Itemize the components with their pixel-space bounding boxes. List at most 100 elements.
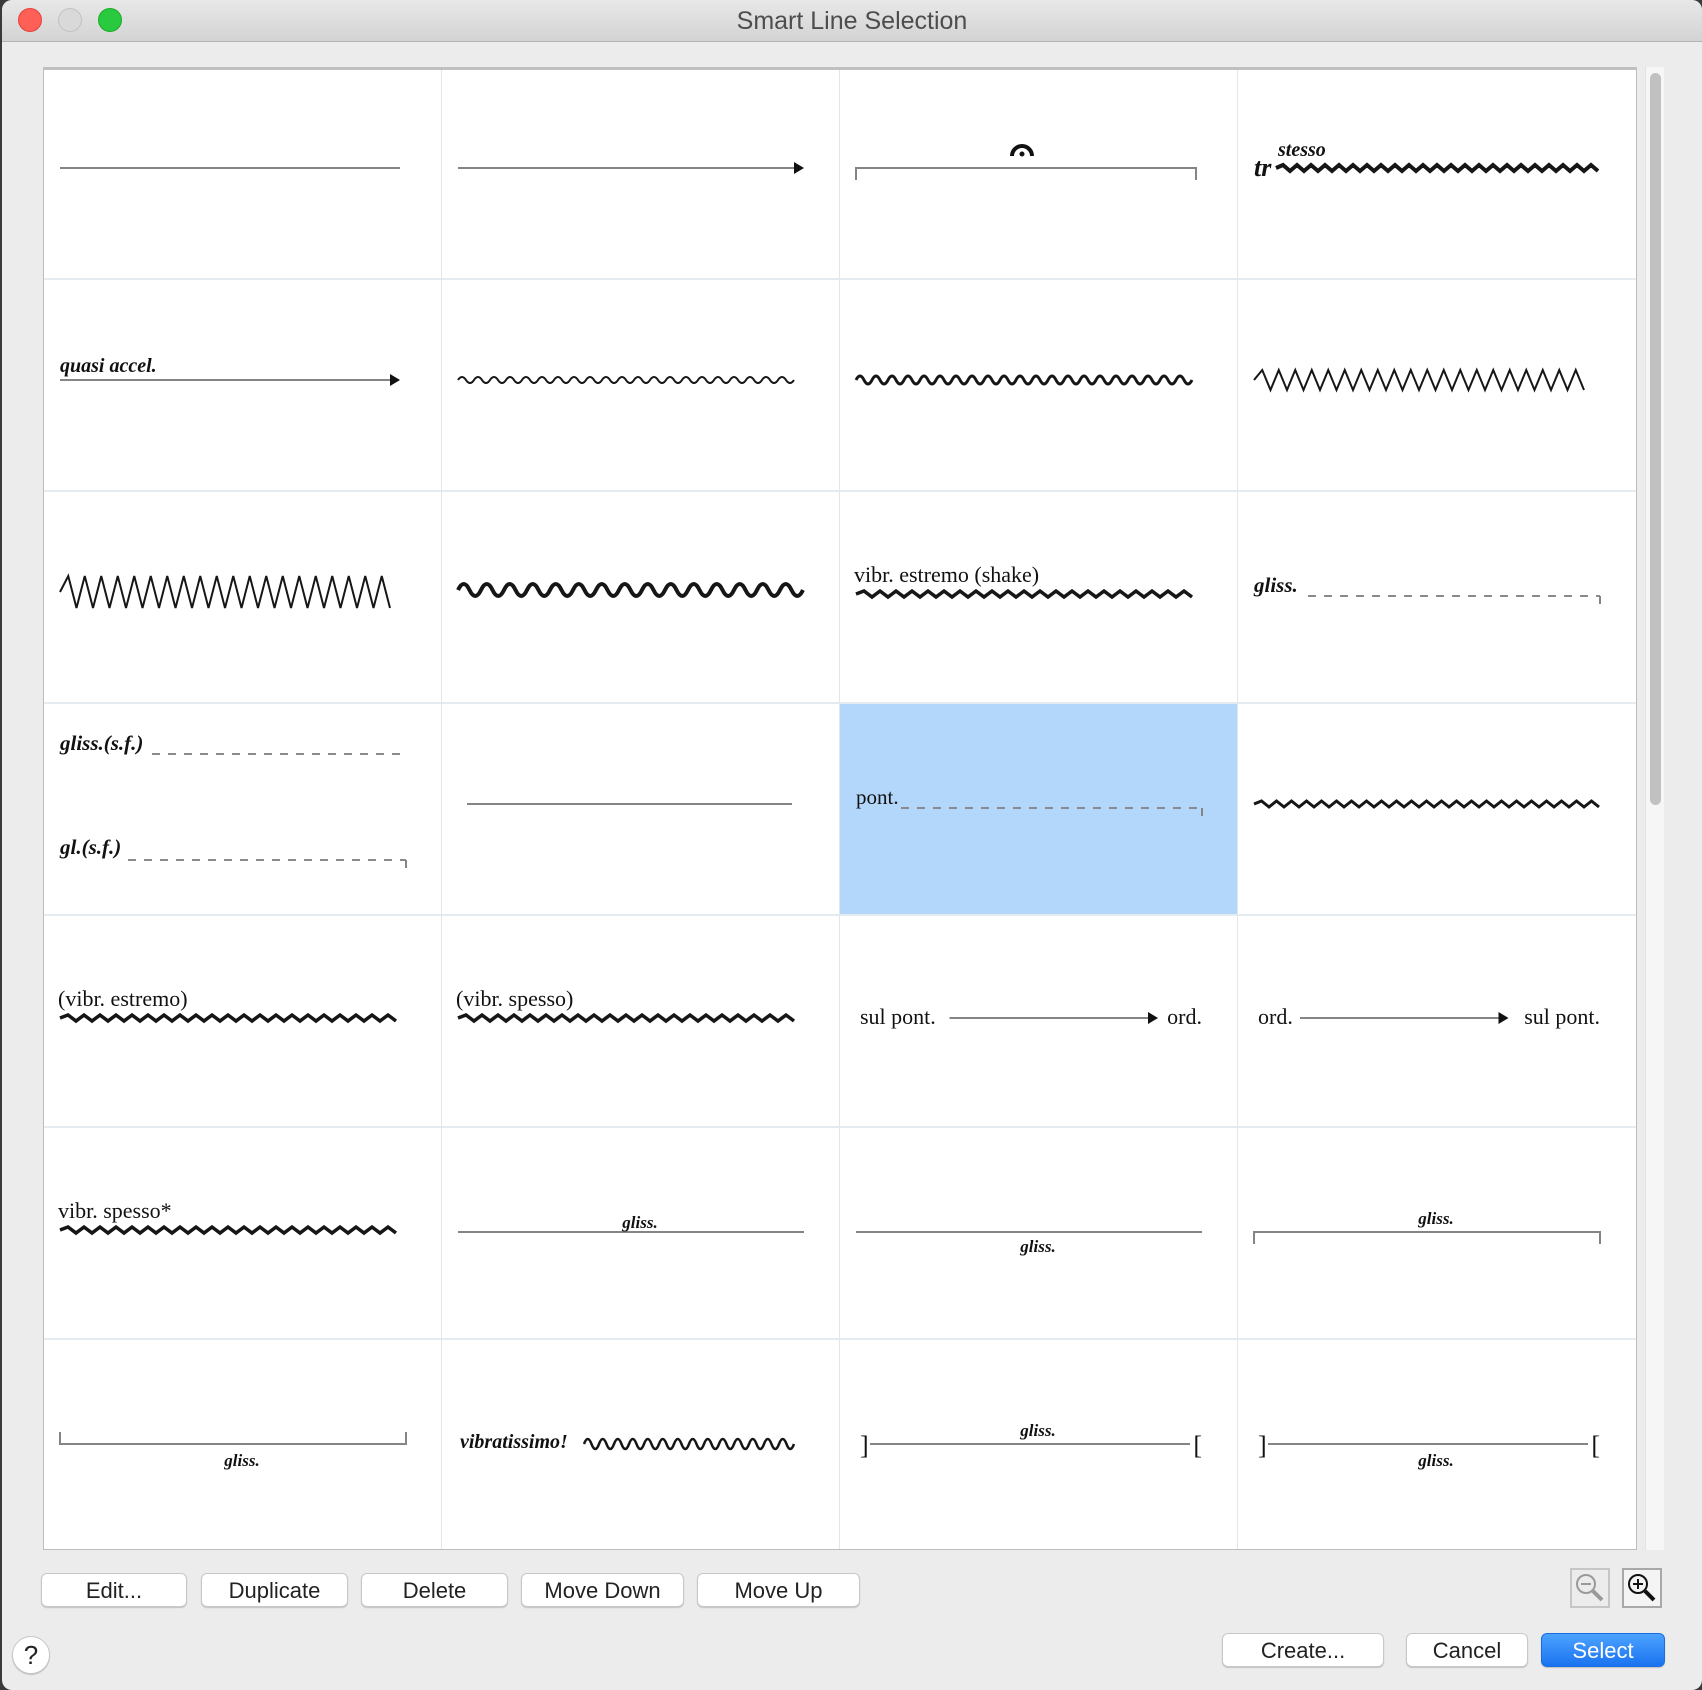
bracket-line — [855, 167, 1197, 180]
line-label: gliss. — [1019, 1237, 1055, 1256]
smart-line-item-square-brackets-text-above[interactable]: ] [ gliss. — [840, 1340, 1238, 1549]
smart-line-preview — [467, 803, 792, 805]
zoom-out-icon — [1576, 1574, 1604, 1602]
move-up-button[interactable]: Move Up — [697, 1573, 860, 1607]
smart-line-item-plain-line-short[interactable] — [442, 704, 840, 916]
smart-line-preview — [855, 144, 1197, 180]
smart-line-preview: gliss.(s.f.) gl.(s.f.) — [59, 731, 407, 868]
smart-line-item-text-wavy[interactable]: vibr. spesso* — [44, 1128, 442, 1340]
right-bracket: [ — [1193, 1431, 1202, 1460]
zoom-in-button[interactable] — [1622, 1568, 1662, 1608]
smart-line-item-wavy-trill[interactable] — [1238, 704, 1636, 916]
smart-line-preview: quasi accel. — [60, 355, 400, 386]
smart-line-item-bracket-up-text-below[interactable]: gliss. — [44, 1340, 442, 1549]
fermata-dot — [1019, 151, 1025, 157]
wavy-line — [456, 582, 805, 598]
smart-line-preview: vibratissimo! — [460, 1431, 796, 1453]
trill-symbol: tr — [1254, 153, 1272, 182]
smart-line-selection-dialog: Smart Line Selection tr stesso quasi accel… — [2, 0, 1702, 1690]
arrowhead-icon — [390, 374, 400, 386]
smart-line-preview: gliss. — [1253, 573, 1601, 604]
line-label: gliss.(s.f.) — [59, 731, 143, 755]
smart-line-item-text-wavy[interactable]: vibr. estremo (shake) — [840, 492, 1238, 704]
move-down-button[interactable]: Move Down — [521, 1573, 684, 1607]
smart-line-item-text-wavy-inline[interactable]: vibratissimo! — [442, 1340, 840, 1549]
create-button[interactable]: Create... — [1222, 1633, 1384, 1667]
smart-line-item-text-dashed-hook[interactable]: gliss. — [1238, 492, 1636, 704]
smart-line-item-text-arrow-text[interactable]: ord. sul pont. — [1238, 916, 1636, 1128]
line-label: gliss. — [1253, 573, 1298, 597]
smart-line-preview: ord. sul pont. — [1258, 1004, 1600, 1029]
line-label: gliss. — [1019, 1421, 1055, 1440]
smart-line-preview — [456, 582, 805, 598]
line-label: gliss. — [1417, 1209, 1453, 1228]
smart-line-item-text-wavy[interactable]: (vibr. spesso) — [442, 916, 840, 1128]
cancel-button[interactable]: Cancel — [1406, 1633, 1528, 1667]
arrowhead-icon — [794, 162, 804, 174]
line-label: quasi accel. — [60, 355, 157, 377]
duplicate-button[interactable]: Duplicate — [201, 1573, 348, 1607]
line-label: vibr. spesso* — [58, 1198, 172, 1223]
smart-line-preview — [59, 573, 391, 609]
smart-line-preview: pont. — [856, 785, 1203, 816]
smart-line-item-bracket-with-fermata[interactable] — [840, 70, 1238, 280]
arrowhead-icon — [1148, 1012, 1158, 1024]
smart-line-preview — [1253, 799, 1600, 809]
smart-line-preview: ] [ gliss. — [860, 1421, 1202, 1460]
smart-line-preview — [1253, 367, 1585, 393]
smart-line-preview: vibr. estremo (shake) — [854, 562, 1194, 600]
end-label: ord. — [1167, 1004, 1202, 1029]
smart-line-item-bracket-down-text-above[interactable]: gliss. — [1238, 1128, 1636, 1340]
smart-line-item-plain-line[interactable] — [44, 70, 442, 280]
smart-line-item-text-dashed-hook[interactable]: pont. — [840, 704, 1238, 916]
help-button[interactable]: ? — [12, 1636, 50, 1674]
smart-line-item-text-arrow[interactable]: quasi accel. — [44, 280, 442, 492]
smart-line-item-wavy-medium[interactable] — [840, 280, 1238, 492]
smart-line-item-wavy-wide[interactable] — [442, 492, 840, 704]
smart-line-item-line-text-above[interactable]: gliss. — [442, 1128, 840, 1340]
smart-line-item-square-brackets-text-below[interactable]: ] [ gliss. — [1238, 1340, 1636, 1549]
smart-line-item-arrow-line[interactable] — [442, 70, 840, 280]
zoom-out-button[interactable] — [1570, 1568, 1610, 1608]
smart-line-preview: gliss. — [856, 1231, 1202, 1256]
scrollbar-thumb[interactable] — [1650, 73, 1661, 805]
title-bar: Smart Line Selection — [2, 0, 1702, 42]
wavy-line — [582, 1437, 796, 1451]
zoom-in-icon — [1628, 1574, 1656, 1602]
edit-button[interactable]: Edit... — [41, 1573, 187, 1607]
line-label: (vibr. spesso) — [456, 986, 573, 1011]
right-bracket: [ — [1591, 1431, 1600, 1460]
left-bracket: ] — [860, 1431, 869, 1460]
smart-line-preview: trstesso — [1254, 139, 1600, 182]
smart-line-preview: gliss. — [59, 1432, 407, 1470]
wavy-line — [457, 376, 795, 384]
smart-line-item-wavy-zigzag[interactable] — [1238, 280, 1636, 492]
smart-line-preview: gliss. — [1253, 1209, 1601, 1244]
wavy-line — [855, 588, 1194, 600]
select-button[interactable]: Select — [1541, 1633, 1665, 1667]
smart-line-item-text-arrow-text[interactable]: sul pont. ord. — [840, 916, 1238, 1128]
line-label: gliss. — [1417, 1451, 1453, 1470]
bracket-line — [1253, 1231, 1601, 1244]
start-label: ord. — [1258, 1004, 1293, 1029]
line-label: (vibr. estremo) — [58, 986, 188, 1011]
smart-line-item-double-dashed[interactable]: gliss.(s.f.) gl.(s.f.) — [44, 704, 442, 916]
wavy-line — [1253, 799, 1600, 809]
arrowhead-icon — [1498, 1012, 1509, 1024]
line-label: vibratissimo! — [460, 1431, 568, 1453]
smart-line-preview — [854, 374, 1194, 386]
smart-line-preview: (vibr. spesso) — [456, 986, 796, 1024]
smart-line-preview: gliss. — [458, 1213, 804, 1233]
wavy-line — [854, 374, 1194, 386]
line-label: stesso — [1277, 139, 1326, 161]
vertical-scrollbar[interactable] — [1645, 67, 1664, 1550]
trill-wavy-line — [1275, 162, 1600, 174]
delete-button[interactable]: Delete — [361, 1573, 508, 1607]
smart-line-item-wavy-small[interactable] — [442, 280, 840, 492]
line-label: gl.(s.f.) — [59, 835, 121, 859]
smart-line-item-text-wavy[interactable]: (vibr. estremo) — [44, 916, 442, 1128]
smart-line-item-trill-wavy[interactable]: tr stesso — [1238, 70, 1636, 280]
left-bracket: ] — [1258, 1431, 1267, 1460]
smart-line-item-wavy-zigzag-large[interactable] — [44, 492, 442, 704]
smart-line-item-line-text-below[interactable]: gliss. — [840, 1128, 1238, 1340]
